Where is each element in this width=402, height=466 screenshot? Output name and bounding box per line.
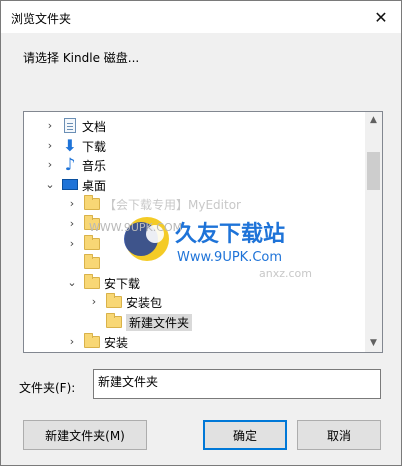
- tree-item-label: 安装包: [126, 296, 163, 311]
- folder-name-input[interactable]: 新建文件夹: [93, 369, 381, 399]
- chevron-right-icon[interactable]: ›: [44, 119, 56, 133]
- tree-item[interactable]: › ♪ 音乐: [24, 155, 364, 175]
- tree-item-label: 音乐: [82, 159, 107, 174]
- music-icon: ♪: [64, 155, 76, 176]
- folder-tree[interactable]: › 文档 › ⬇ 下载 › ♪ 音乐 ⌄ 桌面 › 【会下载专用】MyEditor › › ⌄ 安下载 › 安装包…: [23, 111, 383, 353]
- vertical-scrollbar[interactable]: ▲ ▼: [365, 112, 382, 352]
- chevron-right-icon[interactable]: ›: [66, 217, 78, 231]
- tree-item-label: 新建文件夹: [126, 314, 193, 331]
- tree-item-label: 下载: [82, 139, 107, 154]
- tree-item[interactable]: › 【会下载专用】MyEditor: [24, 194, 364, 214]
- tree-item[interactable]: ⌄ 桌面: [24, 175, 364, 195]
- tree-item[interactable]: 新建文件夹: [24, 312, 364, 332]
- desktop-icon: [62, 177, 78, 193]
- downloads-icon: ⬇: [63, 135, 77, 155]
- folder-icon: [106, 313, 122, 330]
- scroll-up-arrow-icon[interactable]: ▲: [365, 112, 382, 129]
- new-folder-button[interactable]: 新建文件夹(M): [23, 420, 147, 450]
- tree-item-label: 桌面: [82, 178, 107, 193]
- scroll-down-arrow-icon[interactable]: ▼: [365, 335, 382, 352]
- close-icon[interactable]: ✕: [367, 5, 395, 29]
- window-title: 浏览文件夹: [11, 12, 72, 26]
- chevron-right-icon[interactable]: ›: [44, 158, 56, 172]
- tree-item[interactable]: › 文档: [24, 116, 364, 136]
- folder-icon: [84, 332, 100, 350]
- documents-icon: [62, 118, 78, 134]
- ok-button[interactable]: 确定: [203, 420, 287, 450]
- chevron-right-icon[interactable]: ›: [88, 295, 100, 309]
- chevron-down-icon[interactable]: ⌄: [66, 276, 78, 290]
- tree-item[interactable]: ›: [24, 214, 364, 234]
- tree-item-label: 安装: [104, 335, 129, 350]
- tree-item-label: 文档: [82, 120, 107, 134]
- tree-item[interactable]: › 安装包: [24, 292, 364, 312]
- folder-icon: [84, 195, 100, 212]
- cancel-button[interactable]: 取消: [297, 420, 381, 450]
- folder-icon: [84, 234, 100, 252]
- tree-item[interactable]: ›: [24, 234, 364, 254]
- title-bar: 浏览文件夹 ✕: [1, 1, 401, 33]
- tree-item-label: 安下载: [104, 276, 141, 291]
- folder-icon: [84, 273, 100, 291]
- scroll-thumb[interactable]: [367, 152, 380, 190]
- tree-item[interactable]: › ⬇ 下载: [24, 136, 364, 156]
- chevron-down-icon[interactable]: ⌄: [44, 178, 56, 192]
- tree-item[interactable]: ⌄ 安下载: [24, 273, 364, 293]
- browse-folder-dialog: 浏览文件夹 ✕ 请选择 Kindle 磁盘... › 文档 › ⬇ 下载 › ♪ 音乐 ⌄ 桌面 ›…: [0, 0, 402, 466]
- instruction-text: 请选择 Kindle 磁盘...: [23, 51, 140, 65]
- folder-icon: [106, 293, 122, 310]
- folder-icon: [84, 215, 100, 232]
- tree-item-label: 【会下载专用】MyEditor: [104, 198, 241, 213]
- tree-item[interactable]: [24, 253, 364, 273]
- folder-field-label: 文件夹(F):: [19, 381, 76, 395]
- chevron-right-icon[interactable]: ›: [44, 139, 56, 153]
- chevron-right-icon[interactable]: ›: [66, 335, 78, 349]
- folder-tree-rows: › 文档 › ⬇ 下载 › ♪ 音乐 ⌄ 桌面 › 【会下载专用】MyEditor › › ⌄ 安下载 › 安装包…: [24, 112, 364, 352]
- chevron-right-icon[interactable]: ›: [66, 237, 78, 251]
- folder-icon: [84, 254, 100, 271]
- tree-item[interactable]: › 安装: [24, 332, 364, 352]
- chevron-right-icon[interactable]: ›: [66, 197, 78, 211]
